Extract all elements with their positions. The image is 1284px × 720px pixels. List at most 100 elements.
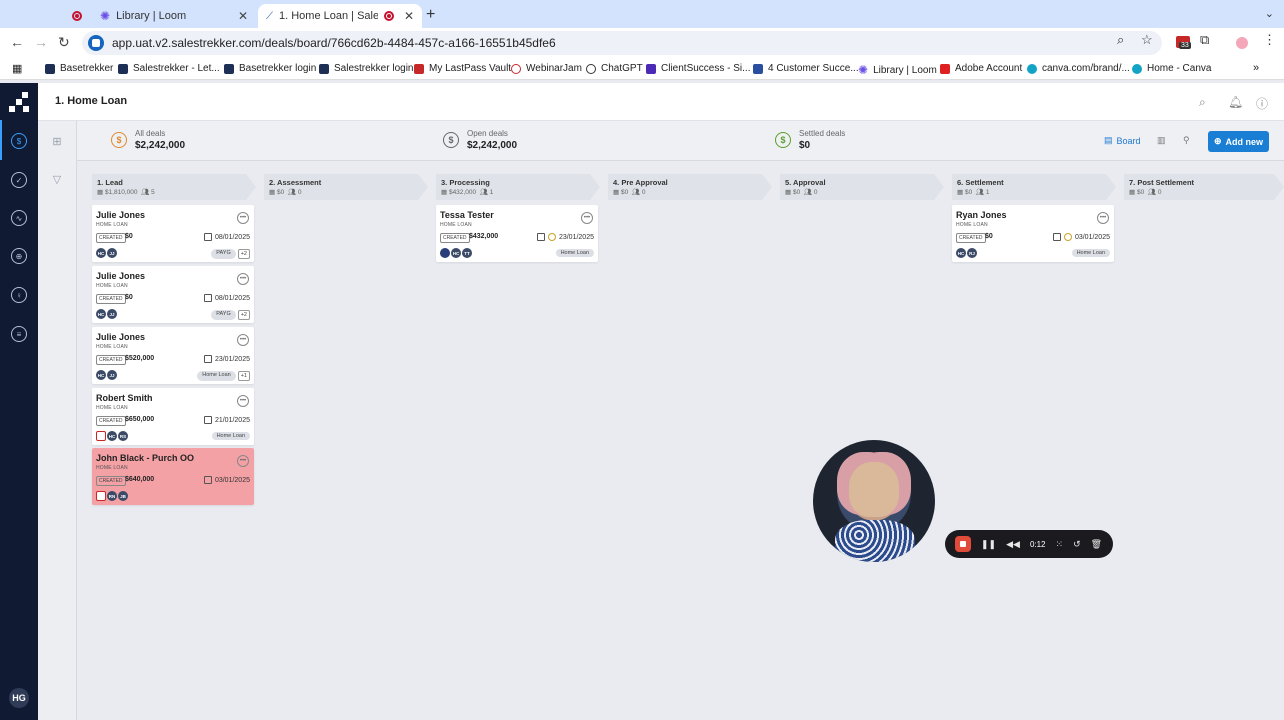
search-people-icon[interactable]: ⚲ — [1183, 135, 1190, 146]
avatar[interactable]: JB — [118, 491, 128, 501]
more-tags-badge[interactable]: +1 — [237, 371, 250, 381]
bookmark-webinarjam[interactable]: WebinarJam — [511, 63, 582, 74]
avatar[interactable]: JJ — [107, 370, 117, 380]
rewind-icon[interactable]: ◀◀ — [1006, 539, 1020, 550]
document-icon[interactable] — [96, 431, 106, 441]
filter-icon[interactable]: ▽ — [50, 173, 64, 187]
tab-library-loom[interactable]: ✺ Library | Loom ✕ — [92, 4, 256, 28]
avatar[interactable]: RN — [107, 491, 117, 501]
avatar[interactable]: HC — [451, 248, 461, 258]
board-view-button[interactable]: ▤ Board — [1104, 135, 1141, 146]
more-options-icon[interactable]: ••• — [237, 455, 249, 467]
bookmark-lastpass[interactable]: My LastPass Vault — [414, 63, 511, 74]
company-logo-icon[interactable] — [440, 248, 450, 258]
summary-value: $2,242,000 — [135, 140, 186, 151]
avatar[interactable]: HC — [956, 248, 966, 258]
bookmark-adobe[interactable]: Adobe Account — [940, 63, 1022, 74]
bookmark-basetrekker[interactable]: Basetrekker — [45, 63, 113, 74]
stop-recording-button[interactable] — [955, 536, 971, 552]
deal-card[interactable]: Robert Smith HOME LOAN ••• CREATED $650,… — [92, 388, 254, 445]
calendar-icon — [203, 294, 212, 302]
more-options-icon[interactable]: ••• — [237, 273, 249, 285]
stage-assessment[interactable]: 2. Assessment ▦ $0 👥︎ 0 — [264, 174, 428, 200]
summary-label: All deals — [135, 129, 166, 138]
url-field[interactable]: app.uat.v2.salestrekker.com/deals/board/… — [82, 31, 1162, 55]
bookmark-star-icon[interactable]: ☆ — [1141, 32, 1153, 48]
deal-card[interactable]: Ryan Jones HOME LOAN ••• CREATED $0 03/0… — [952, 205, 1114, 262]
globe-icon[interactable]: ⊕ — [11, 248, 27, 264]
bookmark-home-canva[interactable]: Home - Canva — [1132, 63, 1211, 74]
close-icon[interactable]: ✕ — [404, 9, 414, 23]
salestrekker-logo[interactable] — [8, 91, 30, 113]
avatar[interactable]: HC — [96, 248, 106, 258]
layers-icon[interactable]: ≡ — [11, 326, 27, 342]
avatar[interactable]: RS — [118, 431, 128, 441]
bookmark-basetrekker-login[interactable]: Basetrekker login — [224, 63, 316, 74]
avatar[interactable]: RJ — [967, 248, 977, 258]
workflow-icon[interactable]: ⊞ — [50, 135, 64, 149]
avatar[interactable]: HC — [96, 309, 106, 319]
deals-dollar-icon[interactable]: $ — [11, 133, 27, 149]
more-bookmarks-icon[interactable]: » — [1253, 62, 1259, 74]
stage-post-settlement[interactable]: 7. Post Settlement ▦ $0 👥︎ 0 — [1124, 174, 1284, 200]
more-options-icon[interactable]: ••• — [1097, 212, 1109, 224]
avatar[interactable]: TT — [462, 248, 472, 258]
back-icon[interactable]: ← — [10, 34, 24, 50]
more-tags-badge[interactable]: +2 — [237, 310, 250, 320]
reload-icon[interactable]: ↻ — [58, 34, 70, 51]
deal-card-highlighted[interactable]: John Black - Purch OO HOME LOAN ••• CREA… — [92, 448, 254, 505]
avatar[interactable]: JJ — [107, 309, 117, 319]
profile-avatar[interactable] — [1236, 37, 1248, 49]
bookmark-customer-success[interactable]: 4 Customer Succe... — [753, 63, 859, 74]
search-icon[interactable]: ⌕ — [1199, 95, 1206, 110]
tab-recording[interactable] — [64, 4, 92, 28]
bookmark-chatgpt[interactable]: ChatGPT — [586, 63, 643, 74]
list-view-icon[interactable]: ▥ — [1157, 135, 1166, 146]
trash-icon[interactable]: 🗑︎ — [1091, 539, 1102, 550]
avatar[interactable]: HC — [96, 370, 106, 380]
site-info-icon[interactable] — [88, 35, 104, 51]
more-options-icon[interactable]: ••• — [237, 212, 249, 224]
bookmark-clientsuccess[interactable]: ClientSuccess - Si... — [646, 63, 750, 74]
avatar[interactable]: HC — [107, 431, 117, 441]
zoom-icon[interactable]: ⌕ — [1117, 32, 1124, 48]
deal-card[interactable]: Julie Jones HOME LOAN ••• CREATED $0 08/… — [92, 266, 254, 323]
ideas-icon[interactable]: ♀ — [11, 287, 27, 303]
stage-settlement[interactable]: 6. Settlement ▦ $0 👥︎ 1 — [952, 174, 1116, 200]
bookmark-library-loom[interactable]: ✺ Library | Loom — [858, 63, 937, 77]
add-new-button[interactable]: ⊕ Add new — [1208, 131, 1269, 152]
stage-lead[interactable]: 1. Lead ▦ $1,810,000 👥︎ 5 — [92, 174, 256, 200]
menu-kebab-icon[interactable]: ⋮ — [1263, 32, 1276, 48]
stage-approval[interactable]: 5. Approval ▦ $0 👥︎ 0 — [780, 174, 944, 200]
stage-processing[interactable]: 3. Processing ▦ $432,000 👥︎ 1 — [436, 174, 600, 200]
more-options-icon[interactable]: ••• — [581, 212, 593, 224]
document-icon[interactable] — [96, 491, 106, 501]
chevron-down-icon[interactable]: ⌄ — [1265, 7, 1274, 20]
forward-icon[interactable]: → — [34, 34, 48, 50]
activity-icon[interactable]: ∿ — [11, 210, 27, 226]
pause-icon[interactable]: ❚❚ — [981, 539, 996, 550]
tasks-check-icon[interactable]: ✓ — [11, 172, 27, 188]
more-options-icon[interactable]: ••• — [237, 395, 249, 407]
new-tab-icon[interactable]: + — [426, 6, 435, 24]
tab-home-loan[interactable]: ⟋ 1. Home Loan | Salestrekker ✕ — [258, 4, 422, 28]
user-avatar[interactable]: HG — [9, 688, 29, 708]
avatar[interactable]: JJ — [107, 248, 117, 258]
deal-card[interactable]: Julie Jones HOME LOAN ••• CREATED $520,0… — [92, 327, 254, 384]
bell-icon[interactable]: 🔔︎ — [1228, 95, 1243, 109]
close-icon[interactable]: ✕ — [238, 9, 248, 23]
stage-pre-approval[interactable]: 4. Pre Approval ▦ $0 👥︎ 0 — [608, 174, 772, 200]
drag-handle-icon[interactable]: ⁙ — [1056, 539, 1064, 550]
more-tags-badge[interactable]: +2 — [237, 249, 250, 259]
restart-icon[interactable]: ↺ — [1073, 539, 1081, 550]
bookmark-canva-brand[interactable]: canva.com/brand/... — [1027, 63, 1130, 74]
more-options-icon[interactable]: ••• — [237, 334, 249, 346]
bookmark-salestrekker-let[interactable]: Salestrekker - Let... — [118, 63, 220, 74]
extensions-puzzle-icon[interactable]: ⧉ — [1200, 32, 1209, 48]
webcam-bubble[interactable] — [813, 440, 935, 562]
deal-card[interactable]: Julie Jones HOME LOAN ••• CREATED $0 08/… — [92, 205, 254, 262]
apps-grid-icon[interactable]: ▦ — [12, 62, 22, 75]
deal-card[interactable]: Tessa Tester HOME LOAN ••• CREATED $432,… — [436, 205, 598, 262]
bookmark-salestrekker-login[interactable]: Salestrekker login — [319, 63, 413, 74]
help-icon[interactable]: ⓘ — [1256, 95, 1268, 112]
